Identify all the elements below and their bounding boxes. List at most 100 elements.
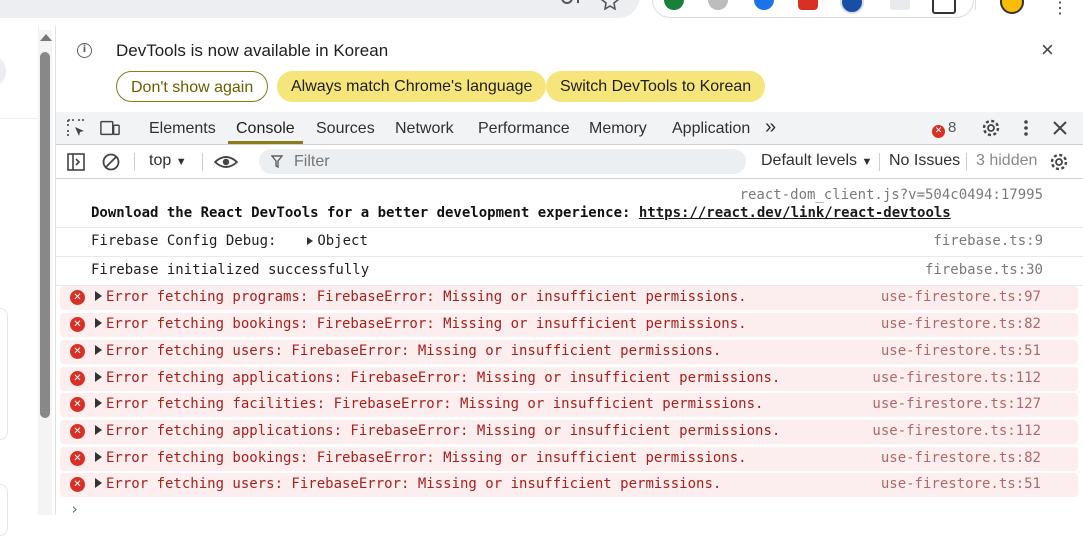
console-toolbar: top ▼ Default levels ▼ No Issues 3 hidde… [56, 145, 1083, 179]
log-entry: Firebase Config Debug: Object firebase.t… [56, 228, 1083, 257]
inspect-element-icon[interactable] [66, 118, 86, 138]
error-entry: ✕ Error fetching users: FirebaseError: M… [60, 473, 1078, 497]
tab-elements[interactable]: Elements [149, 112, 216, 144]
toolbar-separator [134, 153, 135, 171]
error-message[interactable]: Error fetching applications: FirebaseErr… [95, 370, 780, 386]
issues-button[interactable]: No Issues [889, 152, 960, 170]
log-source-link[interactable]: use-firestore.ts:112 [872, 423, 1041, 439]
expand-triangle-icon[interactable] [95, 318, 102, 328]
filter-funnel-icon [271, 155, 283, 168]
log-source-link[interactable]: firebase.ts:30 [925, 262, 1043, 278]
expand-triangle-icon[interactable] [95, 291, 102, 301]
error-message[interactable]: Error fetching bookings: FirebaseError: … [95, 450, 747, 466]
page-divider [0, 118, 38, 119]
device-toolbar-icon[interactable] [100, 118, 120, 138]
expand-triangle-icon[interactable] [307, 237, 314, 245]
react-devtools-link[interactable]: https://react.dev/link/react-devtools [639, 205, 951, 221]
error-text: Error fetching applications: FirebaseErr… [106, 423, 781, 439]
tab-performance[interactable]: Performance [478, 112, 570, 144]
hidden-count: 3 hidden [976, 152, 1038, 169]
console-settings-gear-icon[interactable] [1049, 152, 1069, 172]
log-source-link[interactable]: use-firestore.ts:82 [881, 316, 1041, 332]
expand-triangle-icon[interactable] [95, 372, 102, 382]
log-levels-value: Default levels [761, 152, 858, 169]
tab-application[interactable]: Application [672, 112, 750, 144]
live-expression-eye-icon[interactable] [214, 152, 238, 172]
extension-red-icon[interactable] [798, 0, 818, 10]
toolbar-separator [879, 153, 880, 171]
error-text: Error fetching bookings: FirebaseError: … [106, 450, 747, 466]
expand-triangle-icon[interactable] [95, 478, 102, 488]
error-count: 8 [948, 119, 957, 136]
error-text: Error fetching users: FirebaseError: Mis… [106, 476, 722, 492]
error-icon: ✕ [70, 290, 85, 305]
extension-doc-icon[interactable] [890, 0, 910, 10]
scroll-up-arrow-icon[interactable] [40, 34, 52, 41]
log-source-link[interactable]: use-firestore.ts:51 [881, 476, 1041, 492]
error-message[interactable]: Error fetching users: FirebaseError: Mis… [95, 476, 721, 492]
log-source-link[interactable]: use-firestore.ts:112 [872, 370, 1041, 386]
error-text: Error fetching applications: FirebaseErr… [106, 370, 781, 386]
error-message[interactable]: Error fetching applications: FirebaseErr… [95, 423, 780, 439]
sidebar-toggle-icon[interactable] [66, 152, 86, 172]
extensions-puzzle-icon[interactable] [932, 0, 956, 14]
log-source-link[interactable]: use-firestore.ts:127 [872, 396, 1041, 412]
page-card [0, 308, 8, 440]
clear-console-icon[interactable] [101, 152, 121, 172]
chrome-menu-icon[interactable]: ⋮ [1052, 0, 1068, 18]
error-icon: ✕ [70, 317, 85, 332]
error-message[interactable]: Error fetching programs: FirebaseError: … [95, 289, 747, 305]
error-text: Error fetching facilities: FirebaseError… [106, 396, 764, 412]
close-icon[interactable]: × [1041, 39, 1054, 61]
toolbar-separator [966, 153, 967, 171]
expand-triangle-icon[interactable] [95, 425, 102, 435]
scrollbar-thumb[interactable] [40, 52, 50, 418]
error-icon: ✕ [70, 371, 85, 386]
expand-triangle-icon[interactable] [95, 345, 102, 355]
error-counter[interactable]: ✕ 8 [932, 119, 956, 138]
chevron-down-icon: ▼ [861, 156, 873, 168]
context-value: top [149, 152, 172, 169]
object-preview[interactable]: Object [317, 233, 368, 249]
settings-gear-icon[interactable] [981, 118, 1001, 138]
context-selector[interactable]: top ▼ [149, 152, 187, 170]
address-bar[interactable] [0, 0, 640, 18]
error-entry: ✕ Error fetching programs: FirebaseError… [60, 286, 1078, 310]
close-devtools-icon[interactable] [1050, 118, 1070, 138]
log-entry: react-dom_client.js?v=504c0494:17995 Dow… [56, 185, 1083, 228]
tab-sources[interactable]: Sources [316, 112, 375, 144]
more-tabs-chevron-icon[interactable]: » [765, 112, 776, 144]
log-levels-dropdown[interactable]: Default levels ▼ [761, 152, 872, 170]
log-source-link[interactable]: use-firestore.ts:51 [881, 343, 1041, 359]
error-entry: ✕ Error fetching bookings: FirebaseError… [60, 447, 1078, 471]
key-icon[interactable] [560, 0, 584, 10]
error-icon: ✕ [70, 477, 85, 492]
error-message[interactable]: Error fetching users: FirebaseError: Mis… [95, 343, 721, 359]
filter-input[interactable] [292, 152, 696, 172]
more-options-icon[interactable] [1016, 118, 1036, 138]
profile-avatar[interactable] [1000, 0, 1024, 14]
tab-console[interactable]: Console [228, 112, 303, 144]
chevron-down-icon: ▼ [175, 156, 187, 168]
log-message-text: Firebase Config Debug: [91, 233, 285, 249]
log-source-link[interactable]: firebase.ts:9 [933, 233, 1043, 249]
filter-box[interactable] [259, 149, 746, 174]
error-entry: ✕ Error fetching bookings: FirebaseError… [60, 313, 1078, 337]
dont-show-again-button[interactable]: Don't show again [116, 71, 269, 102]
error-message[interactable]: Error fetching facilities: FirebaseError… [95, 396, 763, 412]
bookmark-star-icon[interactable] [600, 0, 620, 10]
page-card [0, 484, 8, 536]
error-text: Error fetching programs: FirebaseError: … [106, 289, 747, 305]
tab-network[interactable]: Network [395, 112, 454, 144]
log-source-link[interactable]: use-firestore.ts:97 [881, 289, 1041, 305]
log-source-link[interactable]: react-dom_client.js?v=504c0494:17995 [740, 187, 1043, 203]
expand-triangle-icon[interactable] [95, 398, 102, 408]
tab-memory[interactable]: Memory [589, 112, 647, 144]
error-text: Error fetching users: FirebaseError: Mis… [106, 343, 722, 359]
expand-triangle-icon[interactable] [95, 452, 102, 462]
always-match-language-button[interactable]: Always match Chrome's language [277, 71, 547, 102]
console-prompt[interactable]: › [70, 500, 79, 518]
switch-to-korean-button[interactable]: Switch DevTools to Korean [546, 71, 766, 102]
log-source-link[interactable]: use-firestore.ts:82 [881, 450, 1041, 466]
error-message[interactable]: Error fetching bookings: FirebaseError: … [95, 316, 747, 332]
